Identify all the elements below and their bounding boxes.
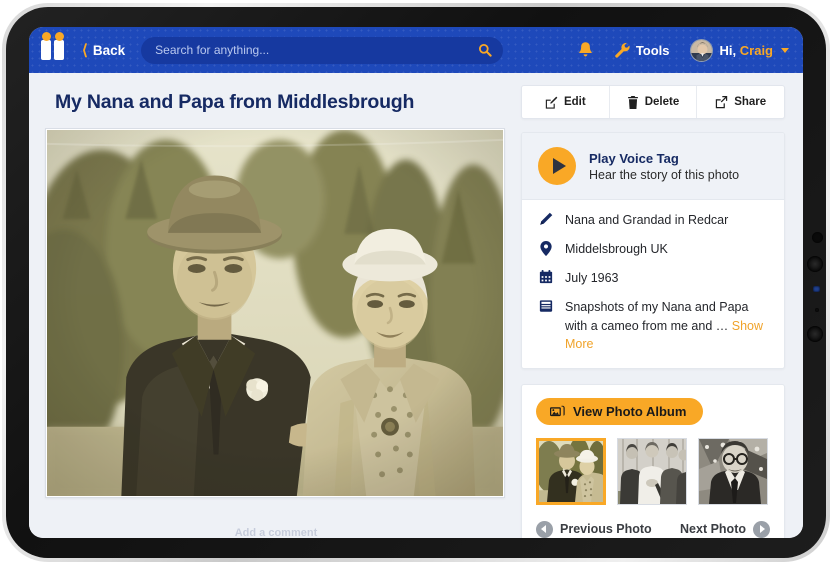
previous-photo-label: Previous Photo <box>560 522 652 537</box>
metadata-item-date: July 1963 <box>538 269 770 287</box>
play-triangle <box>552 158 566 174</box>
calendar-icon <box>538 269 554 284</box>
tools-button[interactable]: Tools <box>614 42 670 58</box>
share-button-label: Share <box>734 96 767 108</box>
album-thumbnails <box>536 437 770 505</box>
photo-navigation: Previous Photo Next Photo <box>536 519 770 538</box>
chevron-down-icon[interactable] <box>781 47 789 53</box>
thumbnail-3[interactable] <box>698 437 768 505</box>
user-menu[interactable]: Hi, Craig <box>689 38 789 62</box>
details-column: Edit Delete Share Play Voice Tag Hear th… <box>521 85 785 538</box>
metadata-item-description: Snapshots of my Nana and Papa with a cam… <box>538 298 770 352</box>
bell-icon[interactable] <box>577 41 594 59</box>
search-input[interactable] <box>155 43 470 57</box>
photo-column: My Nana and Papa from Middlesbrough Add … <box>45 85 507 538</box>
previous-photo-link[interactable]: Previous Photo <box>536 520 652 538</box>
metadata-location-text: Middelsbrough UK <box>565 242 668 257</box>
back-button-label: Back <box>92 42 126 58</box>
next-photo-link[interactable]: Next Photo <box>680 520 770 538</box>
metadata-date-text: July 1963 <box>565 271 619 286</box>
voice-tag-title: Play Voice Tag <box>589 150 679 166</box>
play-icon[interactable] <box>538 147 576 185</box>
bottom-peek-text: Add a comment <box>234 527 318 538</box>
front-camera <box>812 232 823 243</box>
chevron-right-circle-icon <box>753 520 770 538</box>
pencil-icon <box>538 211 554 226</box>
metadata-item-caption: Nana and Grandad in Redcar <box>538 211 770 229</box>
user-greeting: Hi, Craig <box>720 43 773 58</box>
main-photo[interactable] <box>47 130 503 496</box>
greeting-prefix: Hi, <box>719 42 737 58</box>
next-photo-label: Next Photo <box>680 522 746 537</box>
photos-icon <box>550 405 565 416</box>
share-button[interactable]: Share <box>697 86 784 118</box>
photo-album-card: View Photo Album Previous Photo Next Pho… <box>521 383 785 538</box>
edit-button-label: Edit <box>563 96 586 108</box>
pencil-square-icon <box>545 96 558 109</box>
logo-pill-left <box>41 32 51 60</box>
wrench-icon <box>614 42 630 58</box>
location-pin-icon <box>538 240 554 257</box>
page-body: My Nana and Papa from Middlesbrough Add … <box>29 73 803 538</box>
view-photo-album-button[interactable]: View Photo Album <box>536 397 704 425</box>
view-photo-album-label: View Photo Album <box>573 403 687 419</box>
chevron-left-circle-icon <box>536 520 553 538</box>
page-title: My Nana and Papa from Middlesbrough <box>55 91 415 113</box>
voice-tag-subtitle: Hear the story of this photo <box>589 167 740 182</box>
tablet-device: ⟨ Back Tools <box>0 0 832 565</box>
photo-details-card: Play Voice Tag Hear the story of this ph… <box>521 132 785 369</box>
header-right-group: Tools Hi, Craig <box>577 38 789 62</box>
search-bar[interactable] <box>141 36 504 64</box>
metadata-caption-text: Nana and Grandad in Redcar <box>565 213 729 227</box>
thumbnail-2[interactable] <box>617 437 687 505</box>
book-icon <box>538 298 554 313</box>
delete-button-label: Delete <box>644 96 680 108</box>
user-name: Craig <box>739 42 773 58</box>
chevron-left-icon: ⟨ <box>82 41 88 59</box>
metadata-list: Nana and Grandad in Redcar Middelsbrough… <box>522 200 784 368</box>
device-screen: ⟨ Back Tools <box>29 27 803 538</box>
share-icon <box>716 95 728 108</box>
photo-actions-bar: Edit Delete Share <box>521 85 785 119</box>
search-icon[interactable] <box>478 43 492 57</box>
speaker-grille-bottom <box>807 326 823 342</box>
app-header: ⟨ Back Tools <box>29 27 803 73</box>
back-button[interactable]: ⟨ Back <box>82 43 125 58</box>
description-text: Snapshots of my Nana and Papa with a cam… <box>565 300 749 333</box>
trash-icon <box>627 95 638 109</box>
metadata-item-location: Middelsbrough UK <box>538 240 770 258</box>
voice-tag-text: Play Voice Tag Hear the story of this ph… <box>589 151 739 182</box>
speaker-grille-top <box>807 256 823 272</box>
play-voice-tag-row[interactable]: Play Voice Tag Hear the story of this ph… <box>522 133 784 200</box>
logo-pill-right <box>54 32 64 60</box>
app-logo[interactable] <box>41 32 64 60</box>
user-avatar <box>689 38 713 62</box>
description-text-wrap: Snapshots of my Nana and Papa with a cam… <box>565 298 770 352</box>
thumbnail-1[interactable] <box>536 437 606 505</box>
sensor-dot <box>815 308 819 312</box>
delete-button[interactable]: Delete <box>610 86 698 118</box>
status-led <box>813 286 820 292</box>
tools-label: Tools <box>635 42 670 58</box>
main-photo-frame <box>45 128 505 498</box>
edit-button[interactable]: Edit <box>522 86 610 118</box>
